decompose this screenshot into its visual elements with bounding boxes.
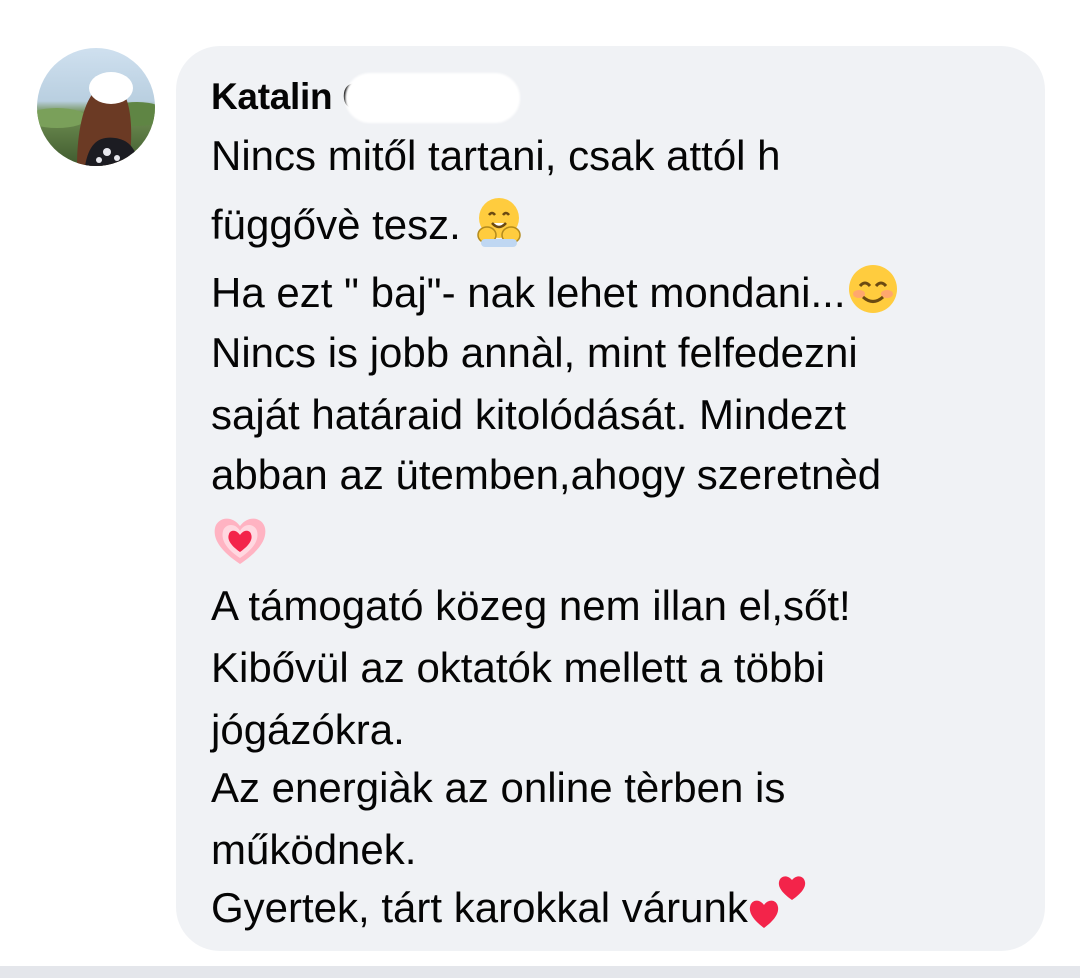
smiling-face-emoji	[846, 262, 900, 330]
avatar-photo	[37, 48, 155, 166]
comment-line-text: Kibővül az oktatók mellett a többi	[211, 644, 826, 691]
comment-line: működnek.	[211, 822, 416, 878]
comment-line: jógázókra.	[211, 702, 405, 758]
comment-line: Kibővül az oktatók mellett a többi	[211, 640, 825, 696]
two-hearts-emoji	[748, 872, 808, 944]
comment-line-text: jógázókra.	[211, 706, 405, 753]
comment-line-text: abban az ütemben,ahogy szeretnèd	[211, 451, 882, 498]
avatar[interactable]	[37, 48, 155, 166]
comment-line-text: Nincs is jobb annàl, mint felfedezni	[211, 329, 858, 376]
redaction-mark	[345, 73, 520, 123]
comment-line-text: működnek.	[211, 826, 417, 873]
comment-line-text: Ha ezt " baj"- nak lehet mondani...	[211, 269, 846, 317]
comment-line-text: függővè tesz.	[211, 201, 461, 249]
comment-line: Nincs is jobb annàl, mint felfedezni	[211, 325, 858, 381]
comment-line-text: A támogató közeg nem illan el,sőt!	[211, 582, 851, 629]
comment-line: saját határaid kitolódását. Mindezt	[211, 387, 846, 443]
divider	[0, 966, 1080, 978]
comment-line: A támogató közeg nem illan el,sőt!	[211, 578, 851, 634]
comment-line: függővè tesz.	[211, 193, 527, 263]
comment-line-text: saját határaid kitolódását. Mindezt	[211, 391, 847, 438]
comment-line-text: Gyertek, tárt karokkal várunk	[211, 884, 748, 931]
comment-line: Nincs mitől tartani, csak attól h	[211, 128, 781, 184]
hugging-face-emoji	[471, 193, 527, 263]
comment-line-text: Nincs mitől tartani, csak attól h	[211, 132, 781, 179]
comment-line: Az energiàk az online tèrben is	[211, 760, 785, 816]
comment-line: Gyertek, tárt karokkal várunk	[211, 876, 808, 952]
comment-line: abban az ütemben,ahogy szeretnèd	[211, 447, 881, 503]
comment-line-text: Az energiàk az online tèrben is	[211, 764, 786, 811]
glowing-heart-emoji	[211, 512, 269, 582]
comment-line: Ha ezt " baj"- nak lehet mondani...	[211, 262, 900, 330]
comment-line	[211, 512, 269, 582]
